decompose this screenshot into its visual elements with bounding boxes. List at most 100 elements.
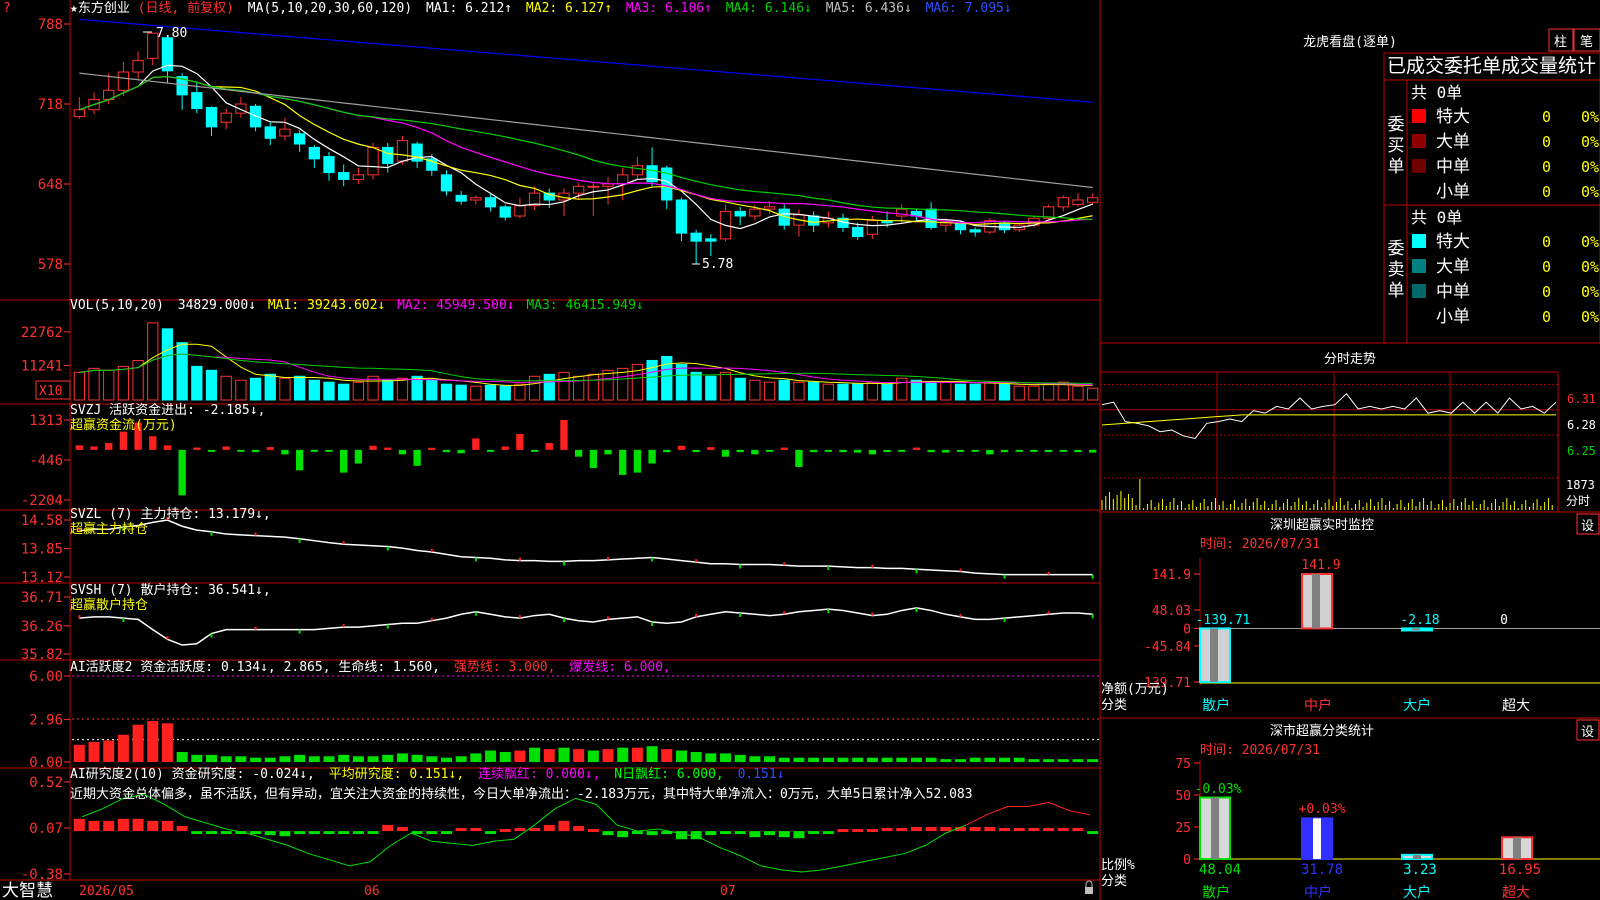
svzl-axis: 14.58 13.85 13.12 [21,513,70,586]
ai-active-bar [235,756,247,762]
buy-row-pct-2: 0% [1581,158,1599,176]
ai-research-bar [88,820,100,832]
date-axis[interactable]: 大智慧 2026/05 06 07 [2,880,1093,900]
candle-body [631,165,644,176]
szcls-value-label-0: 48.04 [1199,862,1241,878]
sz-class-setting-label: 设 [1581,725,1594,740]
buy-row-count-0: 0 [1542,108,1551,126]
sz-class-ylabel: 比例% [1101,858,1135,873]
svzj-bar [310,449,318,452]
kline-ma-lines [79,18,1093,230]
intraday-chart [1100,372,1558,512]
ai-active-bar [631,747,643,762]
szcls-bar-shade-1 [1313,818,1321,859]
svzj-bar [1000,449,1009,453]
svzl-pane[interactable]: SVZL (7) 主力持仓: 13.179↓, 超赢主力持仓 14.58 13.8… [21,507,1094,586]
ai-active-bar [161,723,173,762]
ai-research-bar [749,831,761,838]
volume-bars [73,322,1099,401]
svzj-bar [839,449,847,453]
candle-body [382,146,394,164]
ai-active-bar [793,757,805,762]
ai-active-bar [103,740,115,762]
volume-bar [998,383,1011,401]
ai-active-pane[interactable]: AI活跃度2 资金活跃度: 0.134↓, 2.865, 生命线: 1.560,… [29,659,1100,771]
volume-bar [807,381,820,401]
lhkp-tick-button-label: 笔 [1580,34,1593,50]
volume-bar [675,363,688,401]
ai-active-bar [470,753,482,762]
ai-active-bar [514,750,526,762]
lhkp-panel[interactable]: 龙虎看盘(逐单) 柱 笔 已成交委托单成交量统计 共 0单 共 0单 委买单 委… [1303,28,1600,327]
svzl-label: SVZL (7) 主力持仓: 13.179↓, [70,507,271,522]
ai-research-bar [1087,831,1099,835]
sell-row-name-1: 大单 [1436,257,1470,277]
ai-research-bar [73,818,85,832]
svzj-bar [457,449,465,454]
svzj-bar [1074,449,1082,453]
sell-row-name-3: 小单 [1436,307,1470,327]
candle-body [705,238,717,242]
candle-body [205,106,218,128]
volume-bar [426,379,438,401]
svzj-bar [560,420,568,450]
svsh-ytick-0: 36.71 [21,590,63,606]
sz-monitor-panel[interactable]: 深圳超赢实时监控 设 时间: 2026/07/31 141.9 48.03 0 -45… [1101,513,1600,714]
svg-text:VOL(5,10,20) 34829.000↓: VOL(5,10,20) 34829.000↓ MA1: 39243.602↓ … [70,298,644,313]
szmon-ytick-3: -45.84 [1144,640,1191,655]
volume-bar [440,383,453,401]
corner-mark[interactable]: ? [3,1,11,16]
ai-active-bar [675,750,687,762]
svzj-bar [721,449,730,457]
svg-text:AI活跃度2 资金活跃度: 0.134↓, 2.865, 生: AI活跃度2 资金活跃度: 0.134↓, 2.865, 生命线: 1.560,… [70,659,671,675]
ai2-ytick-0: 0.52 [29,775,63,791]
svzj-bar [912,447,921,450]
candle-body [734,210,746,217]
svsh-pane[interactable]: SVSH (7) 散户持仓: 36.541↓, 超赢散户持仓 36.71 36.2… [21,582,1094,663]
sz-class-title: 深市超赢分类统计 [1270,723,1374,739]
lock-icon[interactable] [1085,880,1093,894]
volume-bar [1087,387,1099,401]
kline-pane[interactable]: ? ★东方创业 (日线, 前复权) MA(5,10,20,30,60,120) … [3,0,1099,273]
szcls-value-label-3: 16.95 [1499,862,1541,878]
ai-active-bar [646,746,658,762]
volume-bar [470,385,482,401]
ai-research-pane[interactable]: AI研究度2(10) 资金研究度: -0.024↓, 平均研究度: 0.151↓… [21,766,1099,883]
ma5-value: MA5: 6.436↓ [826,1,912,16]
intraday-vol-unit: 分时 [1566,494,1590,508]
candle-body [749,208,761,217]
high-price-label: 7.80 [156,26,187,41]
ai-research-bar [323,831,335,835]
volume-bar [323,381,335,401]
xaxis-label-may: 2026/05 [79,884,134,899]
ai-research-bar [646,831,658,836]
ai-research-bar [822,831,834,835]
ai-active-bar [954,759,966,762]
research-line-c [966,801,1090,826]
svzj-pane[interactable]: SVZJ 活跃资金进出: -2.185↓, 超赢资金流(万元) 1313 -446… [21,402,1097,509]
ai-active-bar [984,757,996,762]
intraday-panel[interactable]: 分时走势 6.31 6.28 6.25 1873 分时 [1100,351,1596,512]
volume-bar [161,328,174,401]
sz-class-panel[interactable]: 深市超赢分类统计 设 时间: 2026/07/31 75 50 25 0 -0.03% +… [1101,719,1600,900]
svzj-bar [898,449,906,452]
buy-row-name-2: 中单 [1436,157,1470,177]
ai-research-bar [587,829,599,833]
volume-bar [587,373,599,401]
svzj-bar [516,433,524,450]
svzj-bar [663,449,671,453]
volume-pane[interactable]: VOL(5,10,20) 34829.000↓ MA1: 39243.602↓ … [21,298,1099,401]
ai-research-bar [250,831,262,835]
svzj-label: SVZJ 活跃资金进出: -2.185↓, [70,402,265,418]
svzj-bar [149,436,157,450]
kline-ytick-1: 718 [38,97,63,113]
svzj-bar [325,449,333,452]
volume-bar [852,383,864,401]
chart-workspace[interactable]: ? ★东方创业 (日线, 前复权) MA(5,10,20,30,60,120) … [0,0,1600,900]
candle-body [807,215,820,226]
ai-research-bar [1072,828,1084,832]
ai1-ytick-1: 2.96 [29,713,63,729]
ai-burst-line-label: 爆发线: 6.000, [569,659,671,675]
ai-active-bar [529,747,541,762]
svzj-bar [398,449,407,455]
